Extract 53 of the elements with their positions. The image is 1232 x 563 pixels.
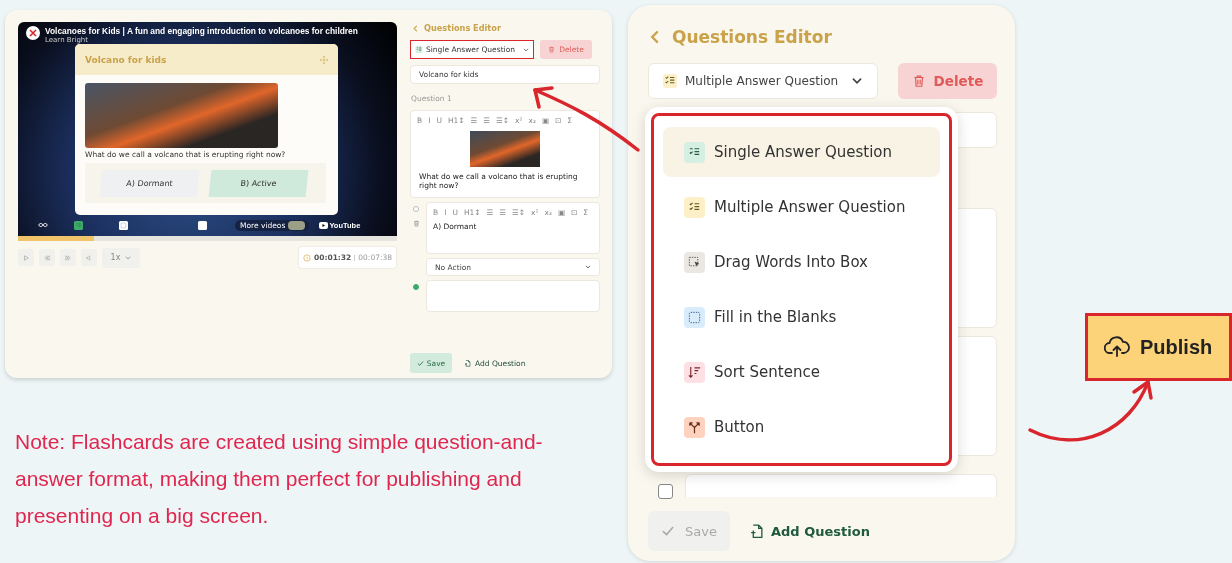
menu-item[interactable]: Single Answer Question	[663, 127, 940, 177]
timeline-marker[interactable]	[198, 220, 207, 230]
trash-icon	[548, 46, 556, 53]
list-icon	[415, 46, 423, 53]
play-button[interactable]	[18, 249, 34, 266]
back-chevron-icon[interactable]	[412, 24, 419, 32]
menu-item[interactable]: Fill in the Blanks	[663, 292, 940, 342]
fast-forward-icon	[65, 254, 71, 261]
chevron-down-icon	[523, 46, 529, 53]
check-icon	[661, 524, 676, 538]
timeline-marker[interactable]	[119, 220, 128, 230]
menu-item[interactable]: Sort Sentence	[663, 347, 940, 397]
add-question-button[interactable]: Add Question	[750, 523, 870, 539]
correct-radio[interactable]	[413, 284, 419, 290]
trash-icon	[911, 74, 926, 88]
play-icon	[23, 254, 29, 261]
answer-option[interactable]: A) Dormant	[99, 169, 200, 197]
close-icon[interactable]	[26, 26, 40, 40]
rewind-icon	[44, 254, 50, 261]
publish-button[interactable]: Publish	[1085, 313, 1232, 381]
video-title: Volcanoes for Kids | A fun and engaging introduction to volcanoes for children	[45, 26, 358, 36]
question-card-title: Volcano for kids	[85, 54, 167, 65]
chevron-down-icon	[585, 264, 591, 270]
menu-item[interactable]: Drag Words Into Box	[663, 237, 940, 287]
correct-radio[interactable]	[413, 206, 419, 212]
loop-icon[interactable]	[38, 220, 48, 230]
volume-button[interactable]	[81, 249, 97, 266]
move-icon[interactable]	[320, 55, 328, 64]
answer-editor[interactable]	[685, 474, 997, 497]
answer-option[interactable]: B) Active	[208, 169, 309, 197]
speaker-icon	[86, 254, 92, 261]
note-text: Note: Flashcards are created using simple question-and-answer format, making them perfect for publishing and presenting on a big screen.	[15, 429, 544, 529]
trash-icon	[412, 220, 420, 227]
menu-item[interactable]: Button	[663, 402, 940, 452]
progress-track[interactable]	[18, 236, 397, 241]
delete-button[interactable]: Delete	[898, 63, 997, 99]
fast-forward-button[interactable]	[60, 249, 76, 266]
photo-placeholder	[470, 131, 540, 167]
speed-dropdown[interactable]: 1x	[102, 247, 140, 268]
editor-title: Questions Editor	[424, 23, 501, 33]
rewind-button[interactable]	[39, 249, 55, 266]
cloud-upload-icon	[1104, 336, 1130, 358]
answer-checkbox[interactable]	[658, 484, 673, 499]
play-logo-icon	[319, 221, 329, 229]
checklist-icon	[663, 74, 677, 88]
timeline-marker[interactable]	[74, 220, 83, 230]
menu-item[interactable]: Multiple Answer Question	[663, 182, 940, 232]
chevron-down-icon	[125, 254, 132, 261]
answer-editor[interactable]	[426, 280, 600, 312]
question-type-dropdown[interactable]: Multiple Answer Question	[648, 63, 878, 99]
clock-icon	[303, 253, 311, 262]
editor-title: Questions Editor	[672, 27, 832, 47]
check-icon	[416, 359, 424, 367]
